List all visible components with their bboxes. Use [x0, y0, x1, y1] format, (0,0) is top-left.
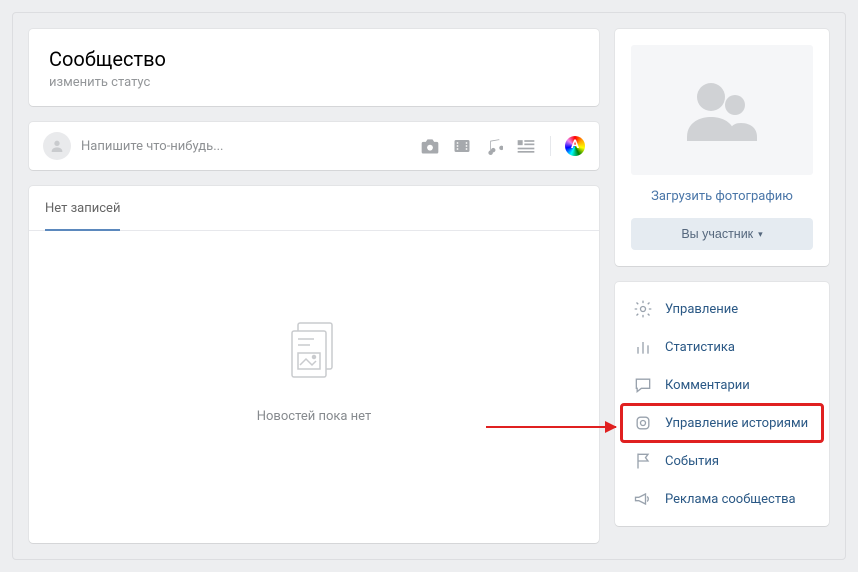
camera-icon[interactable]: [420, 136, 440, 156]
annotation-arrow: [486, 426, 616, 428]
page-title: Сообщество: [49, 47, 579, 71]
app-frame: Сообщество изменить статус Напишите что-…: [0, 0, 858, 572]
content-inner: Сообщество изменить статус Напишите что-…: [12, 12, 846, 560]
community-photo-card: Загрузить фотографию Вы участник ▾: [615, 29, 829, 266]
chevron-down-icon: ▾: [758, 229, 763, 240]
separator: [550, 136, 551, 156]
document-icon: [286, 321, 342, 389]
photo-placeholder: [631, 45, 813, 175]
video-icon[interactable]: [452, 136, 472, 156]
wall-empty-text: Новостей пока нет: [257, 409, 372, 424]
menu-label: Комментарии: [665, 378, 750, 393]
gear-icon: [633, 299, 653, 319]
stats-icon: [633, 337, 653, 357]
avatar: [43, 132, 71, 160]
menu-item-ads[interactable]: Реклама сообщества: [621, 480, 823, 518]
menu-label: Управление историями: [665, 416, 808, 431]
menu-item-stats[interactable]: Статистика: [621, 328, 823, 366]
wall-card: Нет записей Новосте: [29, 186, 599, 543]
change-status-link[interactable]: изменить статус: [49, 75, 579, 90]
composer-attachments: [420, 136, 585, 156]
menu-item-events[interactable]: События: [621, 442, 823, 480]
menu-item-manage[interactable]: Управление: [621, 290, 823, 328]
menu-label: Управление: [665, 302, 738, 317]
manage-menu-card: Управление Статистика Комментарии Управл…: [615, 282, 829, 526]
upload-photo-link[interactable]: Загрузить фотографию: [651, 189, 793, 204]
comment-icon: [633, 375, 653, 395]
wall-tab-empty[interactable]: Нет записей: [45, 186, 120, 231]
membership-label: Вы участник: [681, 227, 753, 241]
group-icon: [677, 75, 767, 145]
menu-label: Статистика: [665, 340, 735, 355]
wall-tabs: Нет записей: [29, 186, 599, 231]
megaphone-icon: [633, 489, 653, 509]
menu-item-stories[interactable]: Управление историями: [621, 404, 823, 442]
article-icon[interactable]: [516, 136, 536, 156]
sidebar-column: Загрузить фотографию Вы участник ▾ Управ…: [615, 29, 829, 543]
main-column: Сообщество изменить статус Напишите что-…: [29, 29, 599, 543]
flag-icon: [633, 451, 653, 471]
music-icon[interactable]: [484, 136, 504, 156]
menu-label: События: [665, 454, 719, 469]
community-header-card: Сообщество изменить статус: [29, 29, 599, 106]
user-icon: [49, 138, 65, 154]
stories-icon: [633, 413, 653, 433]
post-composer[interactable]: Напишите что-нибудь...: [29, 122, 599, 170]
menu-item-comments[interactable]: Комментарии: [621, 366, 823, 404]
composer-placeholder[interactable]: Напишите что-нибудь...: [81, 139, 410, 154]
poster-icon[interactable]: [565, 136, 585, 156]
wall-empty-state: Новостей пока нет: [29, 231, 599, 543]
menu-label: Реклама сообщества: [665, 492, 796, 507]
membership-button[interactable]: Вы участник ▾: [631, 218, 813, 250]
